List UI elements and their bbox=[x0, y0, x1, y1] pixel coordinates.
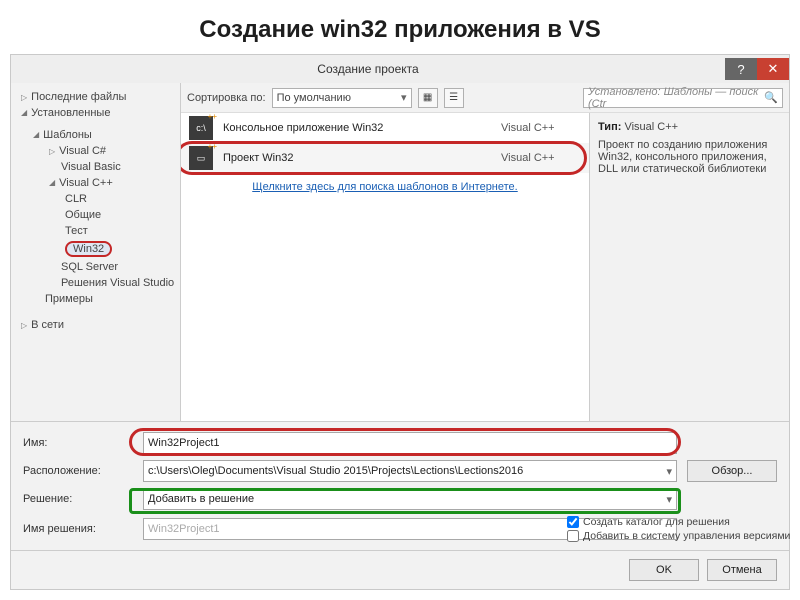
tree-online[interactable]: В сети bbox=[15, 317, 176, 333]
detail-description: Проект по созданию приложения Win32, кон… bbox=[598, 139, 781, 175]
browse-button[interactable]: Обзор... bbox=[687, 460, 777, 482]
tree-samples[interactable]: Примеры bbox=[15, 291, 176, 307]
tree-vcpp[interactable]: Visual C++ bbox=[15, 175, 176, 191]
tree-general[interactable]: Общие bbox=[15, 207, 176, 223]
help-icon[interactable]: ? bbox=[725, 58, 757, 80]
tree-csharp[interactable]: Visual C# bbox=[15, 143, 176, 159]
project-form: Имя: Win32Project1 Расположение: c:\User… bbox=[11, 421, 789, 550]
search-icon: 🔍 bbox=[764, 91, 778, 104]
titlebar: Создание проекта ? ✕ bbox=[11, 55, 789, 83]
dialog-footer: OK Отмена bbox=[11, 550, 789, 589]
solution-label: Решение: bbox=[23, 493, 133, 505]
toolbar: Сортировка по: По умолчанию ▦ ☰ Установл… bbox=[181, 83, 789, 113]
template-lang: Visual C++ bbox=[501, 152, 581, 164]
detail-type: Visual C++ bbox=[624, 121, 678, 133]
template-list: c:\++ Консольное приложение Win32 Visual… bbox=[181, 113, 589, 421]
name-label: Имя: bbox=[23, 437, 133, 449]
cancel-button[interactable]: Отмена bbox=[707, 559, 777, 581]
location-label: Расположение: bbox=[23, 465, 133, 477]
tree-templates[interactable]: Шаблоны bbox=[15, 127, 176, 143]
location-input[interactable]: c:\Users\Oleg\Documents\Visual Studio 20… bbox=[143, 460, 677, 482]
tree-vb[interactable]: Visual Basic bbox=[15, 159, 176, 175]
tree-sql[interactable]: SQL Server bbox=[15, 259, 176, 275]
console-app-icon: c:\++ bbox=[189, 116, 213, 140]
template-name: Проект Win32 bbox=[223, 152, 491, 164]
solution-dropdown[interactable]: Добавить в решение bbox=[143, 488, 677, 510]
view-list-icon[interactable]: ☰ bbox=[444, 88, 464, 108]
search-input[interactable]: Установлено: Шаблоны — поиск (Ctr 🔍 bbox=[583, 88, 783, 108]
ok-button[interactable]: OK bbox=[629, 559, 699, 581]
sort-dropdown[interactable]: По умолчанию bbox=[272, 88, 412, 108]
view-grid-icon[interactable]: ▦ bbox=[418, 88, 438, 108]
name-input[interactable]: Win32Project1 bbox=[143, 432, 677, 454]
template-name: Консольное приложение Win32 bbox=[223, 122, 491, 134]
dialog-title: Создание проекта bbox=[11, 62, 725, 76]
template-lang: Visual C++ bbox=[501, 122, 581, 134]
new-project-dialog: Создание проекта ? ✕ Последние файлы Уст… bbox=[10, 54, 790, 590]
tree-recent[interactable]: Последние файлы bbox=[15, 89, 176, 105]
template-detail: Тип: Visual C++ Проект по созданию прило… bbox=[589, 113, 789, 421]
slide-title: Создание win32 приложения в VS bbox=[0, 0, 800, 54]
sort-label: Сортировка по: bbox=[187, 92, 266, 104]
tree-test[interactable]: Тест bbox=[15, 223, 176, 239]
detail-type-label: Тип: bbox=[598, 121, 621, 133]
create-directory-checkbox[interactable]: Создать каталог для решения bbox=[567, 516, 777, 528]
template-tree: Последние файлы Установленные Шаблоны Vi… bbox=[11, 83, 181, 421]
solution-name-label: Имя решения: bbox=[23, 523, 133, 535]
tree-win32[interactable]: Win32 bbox=[15, 239, 176, 259]
add-source-control-checkbox[interactable]: Добавить в систему управления версиями bbox=[567, 530, 777, 542]
tree-installed[interactable]: Установленные bbox=[15, 105, 176, 121]
template-row[interactable]: ▭++ Проект Win32 Visual C++ bbox=[181, 143, 589, 173]
template-row[interactable]: c:\++ Консольное приложение Win32 Visual… bbox=[181, 113, 589, 143]
tree-vssolutions[interactable]: Решения Visual Studio bbox=[15, 275, 176, 291]
win32-project-icon: ▭++ bbox=[189, 146, 213, 170]
search-placeholder: Установлено: Шаблоны — поиск (Ctr bbox=[588, 86, 764, 110]
online-templates-link-row: Щелкните здесь для поиска шаблонов в Инт… bbox=[181, 173, 589, 201]
close-icon[interactable]: ✕ bbox=[757, 58, 789, 80]
tree-clr[interactable]: CLR bbox=[15, 191, 176, 207]
online-templates-link[interactable]: Щелкните здесь для поиска шаблонов в Инт… bbox=[252, 181, 517, 193]
